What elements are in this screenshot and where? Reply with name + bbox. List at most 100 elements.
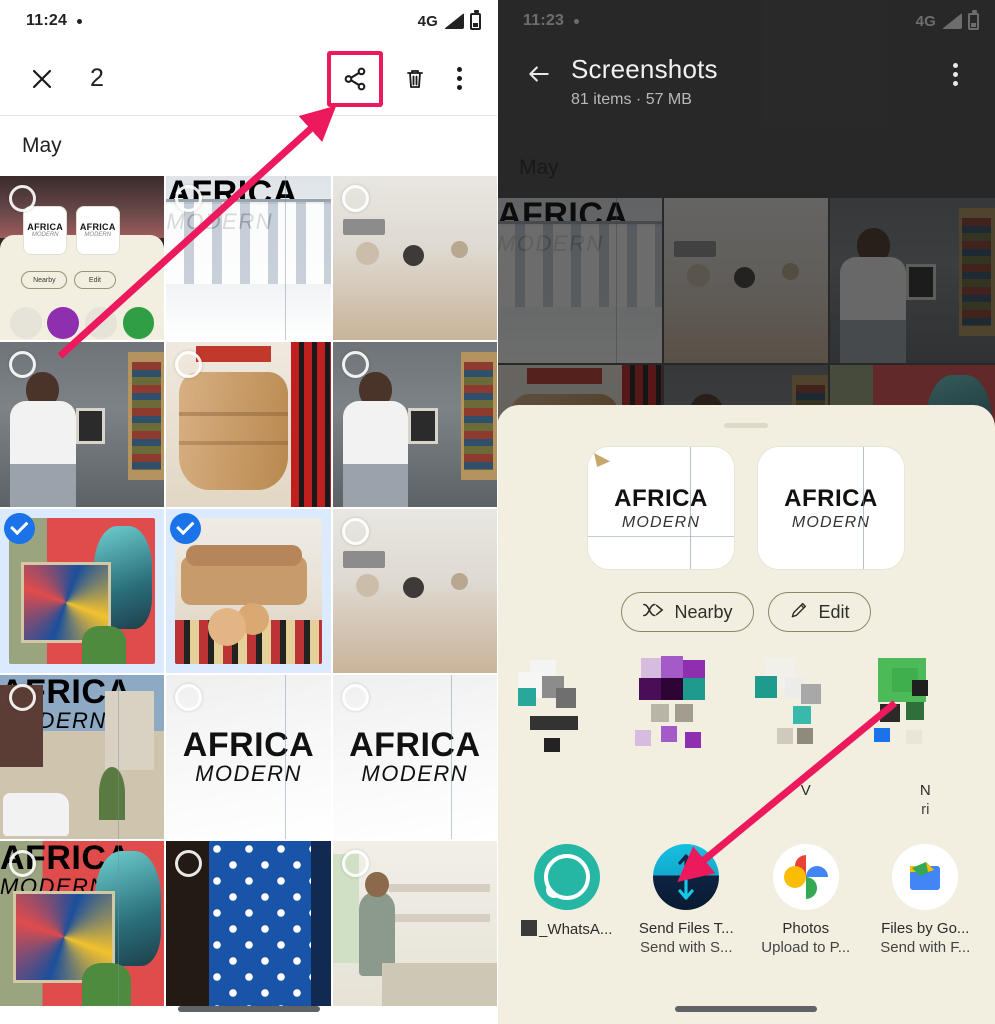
share-preview-row: AFRICA MODERN AFRICA MODERN	[497, 446, 995, 570]
close-selection-button[interactable]	[20, 57, 64, 101]
overflow-menu-button[interactable]	[437, 57, 481, 101]
status-time: 11:23	[523, 12, 565, 29]
photo-cell-blue-patterned-fabric[interactable]	[166, 841, 331, 1006]
share-chip-edit[interactable]: Edit	[767, 592, 871, 632]
overflow-menu-button[interactable]	[933, 52, 977, 96]
selection-circle-icon[interactable]	[341, 683, 369, 711]
date-header-right: May	[519, 156, 559, 179]
photo-cell-africa-modern-clothes-rail: AFRICAMODERN	[497, 198, 662, 363]
selection-circle-icon[interactable]	[341, 850, 369, 878]
share-target-files-by-google[interactable]: Files by Go... Send with F...	[870, 844, 980, 956]
photo-cell-africa-modern-plain[interactable]: AFRICA MODERN	[166, 674, 331, 840]
share-target-censored-contact-2[interactable]	[631, 654, 741, 818]
delete-button[interactable]	[393, 57, 437, 101]
photo-scratch	[118, 841, 120, 1006]
photo-scratch	[284, 674, 286, 840]
pencil-icon	[791, 602, 806, 617]
nearby-share-icon	[643, 603, 664, 616]
folder-app-bar: Screenshots 81 items · 57 MB	[497, 42, 995, 138]
photo-cell-couch-and-bowls[interactable]	[166, 508, 331, 673]
share-preview-thumbnail[interactable]: AFRICA MODERN	[587, 446, 735, 570]
selection-circle-icon[interactable]	[9, 185, 36, 212]
pencil-icon	[789, 600, 809, 625]
status-time: 11:24	[26, 12, 68, 29]
app-label-line2: Send with S...	[639, 939, 733, 956]
google-photos-icon	[772, 844, 839, 910]
page-title: Screenshots	[571, 54, 718, 84]
back-button[interactable]	[517, 52, 561, 96]
selection-app-bar: 2	[0, 42, 497, 116]
network-type-label: 4G	[915, 12, 936, 30]
photo-cell-man-seated-portrait[interactable]	[0, 342, 165, 507]
app-label-line1: N	[919, 782, 931, 799]
right-phone-screen: 11:23 4G May AFRICAMODERN	[497, 0, 995, 1024]
app-label-line1: Send Files T...	[638, 920, 734, 937]
status-indicators: 4G	[417, 9, 481, 30]
share-chip-nearby[interactable]: Nearby	[621, 592, 754, 632]
overflow-menu-icon	[952, 62, 958, 86]
photo-caption: AFRICAMODERN	[349, 726, 481, 787]
photo-grid-left[interactable]: AFRICA MODERN AFRICA MODERN Nearby Edit AFRICA…	[0, 176, 497, 1006]
share-target-send-files-to-tv[interactable]: Send Files T... Send with S...	[631, 844, 741, 956]
sheet-drag-handle[interactable]	[724, 423, 768, 428]
folder-meta-label: 81 items · 57 MB	[571, 91, 692, 108]
share-target-whatsapp[interactable]: _WhatsA...	[512, 844, 622, 956]
photo-cell-living-room-interior[interactable]	[332, 176, 497, 341]
status-indicators: 4G	[915, 9, 979, 30]
panel-divider	[497, 0, 498, 1024]
share-target-censored-contact-1[interactable]	[512, 654, 622, 818]
censored-app-icon	[870, 654, 980, 772]
photo-cell-africa-modern-street[interactable]: AFRICA MODERN	[0, 674, 165, 840]
preview-title: AFRICA	[614, 484, 708, 512]
home-indicator-right	[675, 1006, 817, 1012]
share-target-google-photos[interactable]: Photos Upload to P...	[751, 844, 861, 956]
selection-circle-icon[interactable]	[341, 185, 369, 212]
selection-count-label: 2	[90, 64, 104, 92]
chip-label: Nearby	[674, 601, 733, 622]
app-label-line1: Photos	[782, 920, 830, 937]
send-files-icon	[653, 844, 720, 910]
network-type-label: 4G	[417, 12, 438, 30]
selection-circle-icon[interactable]	[9, 683, 36, 711]
photo-cell-woman-in-shop[interactable]	[332, 841, 497, 1006]
whatsapp-icon	[533, 844, 600, 910]
preview-subtitle: MODERN	[791, 513, 871, 531]
app-label-line1: V	[800, 782, 811, 799]
photo-cell-africa-modern-painting[interactable]: AFRICA MODERN	[0, 841, 165, 1006]
selection-checkmark-icon[interactable]	[4, 512, 35, 544]
share-button[interactable]	[333, 57, 377, 101]
app-label-line2: ri	[921, 801, 930, 818]
nearby-share-icon	[642, 601, 664, 624]
photo-cell-africa-modern-clothes-rail[interactable]: AFRICAMODERN	[166, 176, 331, 341]
share-sheet: AFRICA MODERN AFRICA MODERN Nearby Edit V Nri…	[497, 405, 995, 1024]
selection-checkmark-icon[interactable]	[170, 512, 202, 544]
censored-app-icon	[751, 654, 861, 772]
share-preview-thumbnail[interactable]: AFRICA MODERN	[757, 446, 905, 570]
trash-icon	[407, 69, 423, 88]
share-target-row: _WhatsA... Send Files T... Send with S... P…	[497, 844, 995, 956]
photo-cell-africa-modern-plain-2[interactable]: AFRICA MODERN	[332, 674, 497, 840]
screenshot-root: 11:24 4G 2 May AFRICA MODERN AFRICA MODE…	[0, 0, 995, 1024]
notification-dot-icon	[574, 18, 580, 24]
share-target-censored-contact-3[interactable]: V	[751, 654, 861, 818]
chip-label: Edit	[818, 601, 850, 622]
signal-icon	[942, 13, 962, 29]
photo-cell-man-seated-portrait-2[interactable]	[332, 342, 497, 507]
battery-icon	[968, 9, 979, 30]
photo-cell-living-room-interior-2[interactable]	[332, 508, 497, 673]
folder-title-block: Screenshots 81 items · 57 MB	[571, 54, 718, 109]
photo-cell-mural-artwork[interactable]	[0, 508, 165, 673]
share-target-censored-contact-4[interactable]: Nri	[870, 654, 980, 818]
photo-cell-wooden-pot-closeup[interactable]	[166, 342, 331, 507]
share-action-chip-row: Nearby Edit	[497, 592, 995, 632]
censored-app-icon	[512, 654, 622, 772]
status-bar-left: 11:24 4G	[0, 0, 497, 42]
app-label-line2: Send with F...	[880, 939, 971, 956]
photo-cell-share-sheet-screenshot[interactable]: AFRICA MODERN AFRICA MODERN Nearby Edit	[0, 176, 165, 341]
photo-caption: AFRICAMODERN	[182, 726, 315, 787]
selection-circle-icon[interactable]	[341, 517, 369, 545]
selection-circle-icon[interactable]	[341, 351, 369, 379]
photo-scratch	[118, 674, 120, 840]
home-indicator-left	[177, 1006, 320, 1012]
files-by-google-icon	[892, 844, 959, 910]
